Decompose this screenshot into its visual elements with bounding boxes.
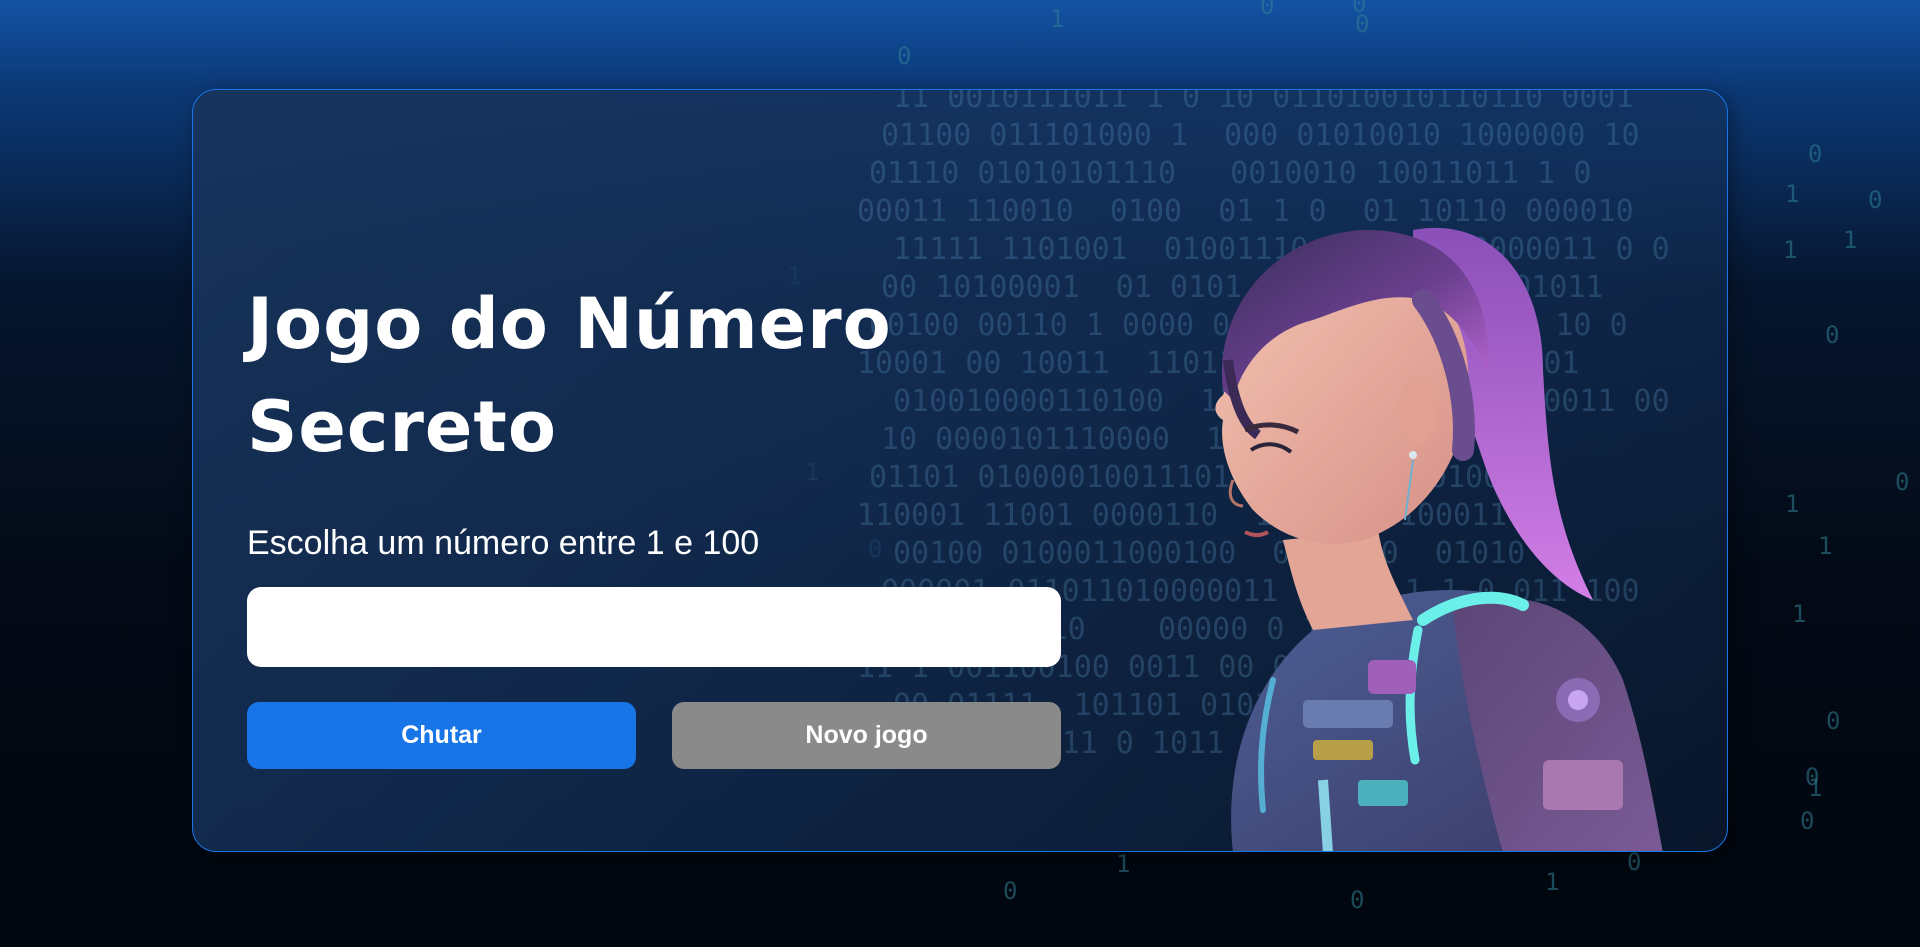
binary-digit: 1 [1783,236,1798,264]
binary-text-line: 01100 011101000 1 000 01010010 1000000 1… [881,118,1640,153]
binary-digit: 0 [1352,0,1367,18]
binary-digit: 0 [1350,886,1365,914]
game-info: Jogo do Número Secreto Escolha um número… [247,273,1063,769]
binary-digit: 1 [1843,226,1858,254]
binary-digit: 0 [1800,807,1815,835]
binary-digit: 0 [1868,186,1883,214]
binary-digit: 1 [1818,532,1833,560]
binary-digit: 1 [1116,850,1131,878]
binary-digit: 0 [1003,877,1018,905]
binary-digit: 1 [1792,600,1807,628]
astronaut-girl-illustration [1215,227,1663,851]
game-card: 11 0010111011 1 0 10 011010010110110 000… [192,89,1728,852]
binary-digit: 0 [1627,848,1642,876]
binary-digit: 1 [1808,774,1823,802]
binary-digit: 1 [1050,5,1065,33]
new-game-button[interactable]: Novo jogo [672,702,1061,769]
binary-text-line: 11 0010111011 1 0 10 011010010110110 000… [893,89,1634,115]
binary-digit: 1 [1785,180,1800,208]
title-line-2: Secreto [247,386,557,468]
binary-digit: 0 [1808,140,1823,168]
guess-button[interactable]: Chutar [247,702,636,769]
binary-digit: 0 [1825,321,1840,349]
button-row: Chutar Novo jogo [247,702,1063,769]
binary-digit: 0 [897,42,912,70]
binary-digit: 1 [1545,868,1560,896]
binary-digit: 0 [1355,10,1370,38]
guess-input[interactable] [247,587,1061,667]
page-title: Jogo do Número Secreto [247,273,1063,479]
binary-digit: 1 [1785,490,1800,518]
binary-digit: 0 [1260,0,1275,20]
binary-digit: 0 [1895,468,1910,496]
binary-digit: 0 [1826,707,1841,735]
instruction-text: Escolha um número entre 1 e 100 [247,524,760,562]
binary-digit: 0 [1805,763,1820,791]
title-line-1: Jogo do Número [247,283,892,365]
